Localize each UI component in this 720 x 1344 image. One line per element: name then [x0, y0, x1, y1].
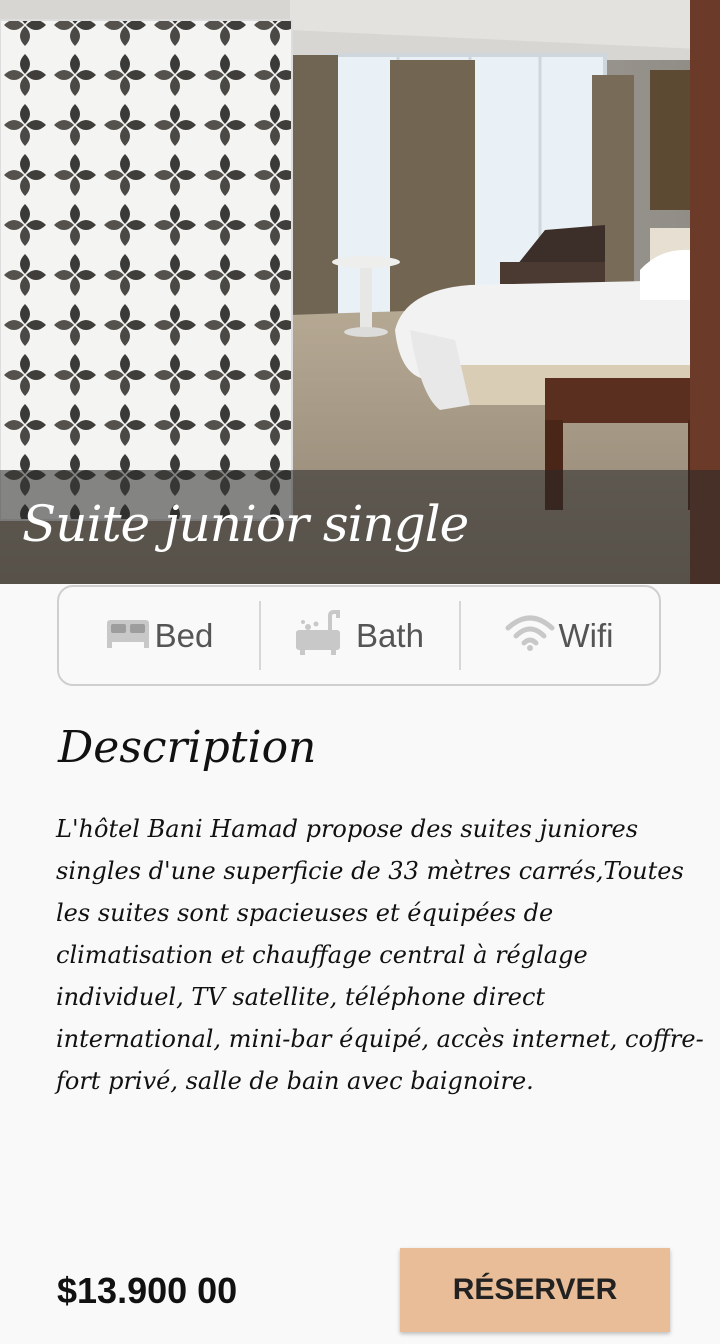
wifi-icon — [505, 614, 555, 657]
amenity-wifi[interactable]: Wifi — [459, 587, 659, 684]
reserve-button[interactable]: RÉSERVER — [400, 1248, 670, 1332]
amenity-label-wifi: Wifi — [558, 616, 614, 654]
amenities-bar: Bed Bath Wifi — [57, 585, 661, 686]
amenity-bed[interactable]: Bed — [59, 587, 259, 684]
bathtub-icon — [294, 610, 342, 661]
bed-icon — [105, 616, 151, 655]
price-label: $13.900 00 — [57, 1270, 238, 1311]
amenity-bath[interactable]: Bath — [259, 587, 459, 684]
room-title: Suite junior single — [22, 495, 469, 553]
description-heading: Description — [58, 722, 317, 773]
description-text: L'hôtel Bani Hamad propose des suites ju… — [56, 815, 704, 1095]
amenity-label-bed: Bed — [154, 616, 214, 654]
amenity-label-bath: Bath — [356, 616, 424, 654]
